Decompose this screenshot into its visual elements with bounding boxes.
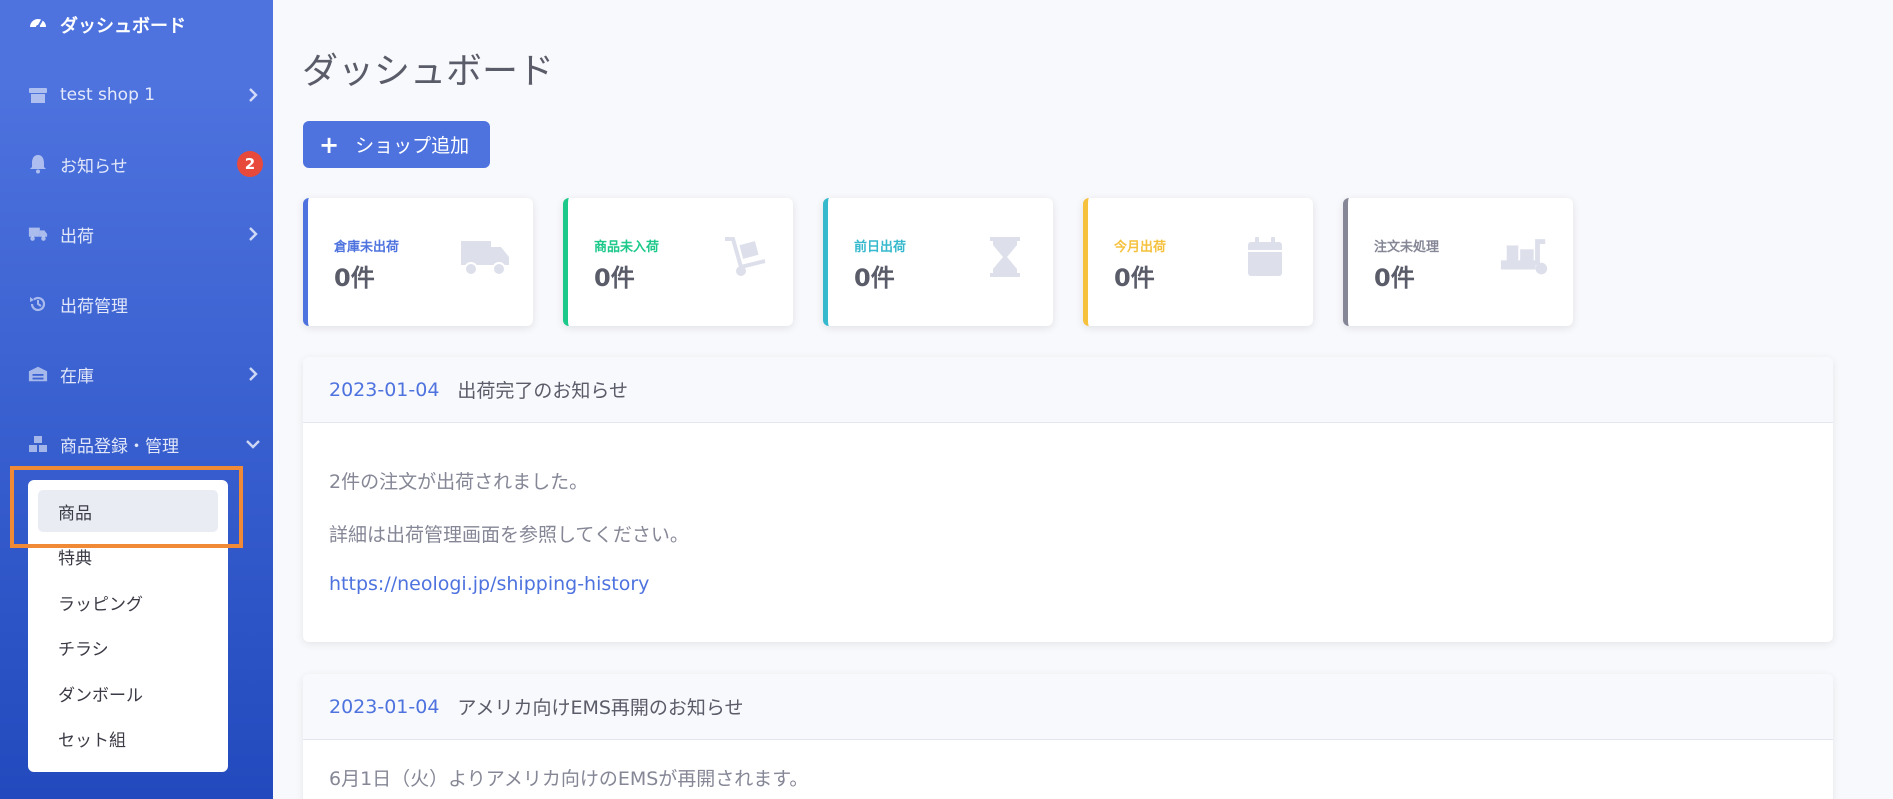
stat-card-value: 0件 <box>334 264 375 292</box>
annotation-highlight-box <box>10 466 243 548</box>
stat-card-this-month-shipped[interactable]: 今月出荷 0件 <box>1083 198 1313 326</box>
stat-card-product-not-received[interactable]: 商品未入荷 0件 <box>563 198 793 326</box>
sidebar-item-label: 出荷 <box>60 226 94 247</box>
sidebar-item-shipping[interactable]: 出荷 <box>0 214 273 254</box>
submenu-item-sets[interactable]: セット組 <box>38 717 218 759</box>
sidebar-item-label: test shop 1 <box>60 85 156 105</box>
bell-icon <box>28 154 48 174</box>
stat-card-value: 0件 <box>1114 264 1155 292</box>
brand-label: ダッシュボード <box>60 16 186 37</box>
notice-body: 2件の注文が出荷されました。 詳細は出荷管理画面を参照してください。 https… <box>303 423 1833 595</box>
stat-card-value: 0件 <box>594 264 635 292</box>
hourglass-icon <box>979 234 1031 280</box>
sidebar-item-inventory[interactable]: 在庫 <box>0 354 273 394</box>
sidebar-item-shop[interactable]: test shop 1 <box>0 75 273 115</box>
stat-card-label: 注文未処理 <box>1374 240 1440 255</box>
page-title: ダッシュボード <box>302 51 555 92</box>
chevron-right-icon <box>243 85 263 105</box>
stat-card-warehouse-unshipped[interactable]: 倉庫未出荷 0件 <box>303 198 533 326</box>
dolly-icon <box>719 234 771 280</box>
main-content: ダッシュボード + ショップ追加 倉庫未出荷 0件 商品未入荷 0件 前日出荷 … <box>273 0 1893 799</box>
sidebar-item-label: 出荷管理 <box>60 296 128 317</box>
sidebar-item-shipping-history[interactable]: 出荷管理 <box>0 284 273 324</box>
sidebar-item-label: お知らせ <box>60 156 128 177</box>
history-icon <box>28 294 48 314</box>
notice-title: 出荷完了のお知らせ <box>457 380 629 402</box>
notice-line: 詳細は出荷管理画面を参照してください。 <box>329 524 689 546</box>
sidebar-brand[interactable]: ダッシュボード <box>28 12 186 38</box>
chevron-right-icon <box>243 364 263 384</box>
stat-card-label: 今月出荷 <box>1114 240 1167 255</box>
warehouse-icon <box>28 364 48 384</box>
notice-header[interactable]: 2023-01-04 出荷完了のお知らせ <box>303 357 1833 423</box>
add-shop-label: ショップ追加 <box>355 135 470 157</box>
sidebar: ダッシュボード test shop 1 お知らせ 2 出荷 出荷管理 在庫 商品… <box>0 0 273 799</box>
stat-card-value: 0件 <box>854 264 895 292</box>
sidebar-item-label: 商品登録・管理 <box>60 436 179 457</box>
dashboard-gauge-icon <box>28 13 48 37</box>
notice-body: 6月1日（火）よりアメリカ向けのEMSが再開されます。 <box>303 740 1833 791</box>
store-icon <box>28 85 48 105</box>
notification-count-badge: 2 <box>237 151 263 177</box>
dolly-flatbed-icon <box>1499 234 1551 280</box>
notice-line: 6月1日（火）よりアメリカ向けのEMSが再開されます。 <box>329 768 809 790</box>
sidebar-item-product-management[interactable]: 商品登録・管理 <box>0 424 273 464</box>
stat-card-label: 前日出荷 <box>854 240 907 255</box>
calendar-icon <box>1239 234 1291 280</box>
notice-date: 2023-01-04 <box>329 695 440 718</box>
stat-card-previous-day-shipped[interactable]: 前日出荷 0件 <box>823 198 1053 326</box>
notice-date: 2023-01-04 <box>329 378 440 401</box>
submenu-item-wrapping[interactable]: ラッピング <box>38 581 218 623</box>
truck-icon <box>459 234 511 280</box>
add-shop-button[interactable]: + ショップ追加 <box>303 121 490 168</box>
plus-icon: + <box>319 130 340 159</box>
stat-card-label: 商品未入荷 <box>594 240 660 255</box>
notice-card: 2023-01-04 出荷完了のお知らせ 2件の注文が出荷されました。 詳細は出… <box>303 357 1833 642</box>
boxes-icon <box>28 434 48 454</box>
notice-title: アメリカ向けEMS再開のお知らせ <box>457 697 744 719</box>
chevron-down-icon <box>243 434 263 454</box>
notice-line: 2件の注文が出荷されました。 <box>329 471 589 493</box>
submenu-item-flyers[interactable]: チラシ <box>38 626 218 668</box>
notice-card: 2023-01-04 アメリカ向けEMS再開のお知らせ 6月1日（火）よりアメリ… <box>303 674 1833 799</box>
shipping-history-link[interactable]: https://neologi.jp/shipping-history <box>329 573 649 595</box>
stat-card-value: 0件 <box>1374 264 1415 292</box>
sidebar-item-label: 在庫 <box>60 366 94 387</box>
notice-header[interactable]: 2023-01-04 アメリカ向けEMS再開のお知らせ <box>303 674 1833 740</box>
submenu-item-cardboard[interactable]: ダンボール <box>38 672 218 714</box>
chevron-right-icon <box>243 224 263 244</box>
truck-icon <box>28 224 48 244</box>
stat-card-label: 倉庫未出荷 <box>334 240 400 255</box>
stat-card-unprocessed-orders[interactable]: 注文未処理 0件 <box>1343 198 1573 326</box>
sidebar-item-notifications[interactable]: お知らせ 2 <box>0 144 273 184</box>
